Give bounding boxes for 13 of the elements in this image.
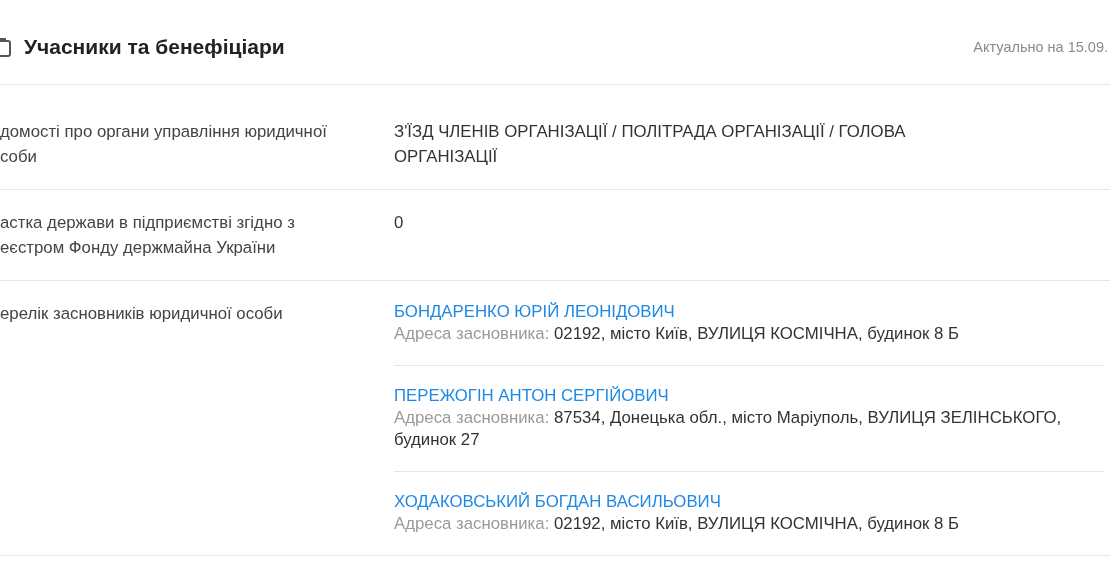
founder-address: Адреса засновника: 02192, місто Київ, ВУЛИЦЯ КОСМІЧНА, будинок 8 Б <box>394 513 961 535</box>
field-value: 0 <box>394 213 404 232</box>
section-title: Учасники та бенефіціари <box>24 35 286 59</box>
field-label: ерелік засновників юридичної особи <box>0 303 284 325</box>
updated-date: Актуально на 15.09. <box>973 39 1108 55</box>
field-value: З'ЇЗД ЧЛЕНІВ ОРГАНІЗАЦІЇ / ПОЛІТРАДА ОРГАНІЗАЦІЇ / ГОЛОВА ОРГАНІЗАЦІЇ <box>394 122 906 166</box>
founder-link[interactable]: БОНДАРЕНКО ЮРІЙ ЛЕОНІДОВИЧ <box>394 301 675 323</box>
founder-link[interactable]: ХОДАКОВСЬКИЙ БОГДАН ВАСИЛЬОВИЧ <box>394 491 721 513</box>
founder-link[interactable]: ПЕРЕЖОГІН АНТОН СЕРГІЙОВИЧ <box>394 385 669 407</box>
field-label: астка держави в підприємстві згідно з еєстром Фонду держмайна України <box>0 212 296 259</box>
field-label: домості про органи управління юридичної соби <box>0 121 328 168</box>
founder-address: Адреса засновника: 87534, Донецька обл., місто Маріуполь, ВУЛИЦЯ ЗЕЛІНСЬКОГО, будинок 27 <box>394 407 1063 451</box>
founder-address: Адреса засновника: 02192, місто Київ, ВУЛИЦЯ КОСМІЧНА, будинок 8 Б <box>394 323 961 345</box>
